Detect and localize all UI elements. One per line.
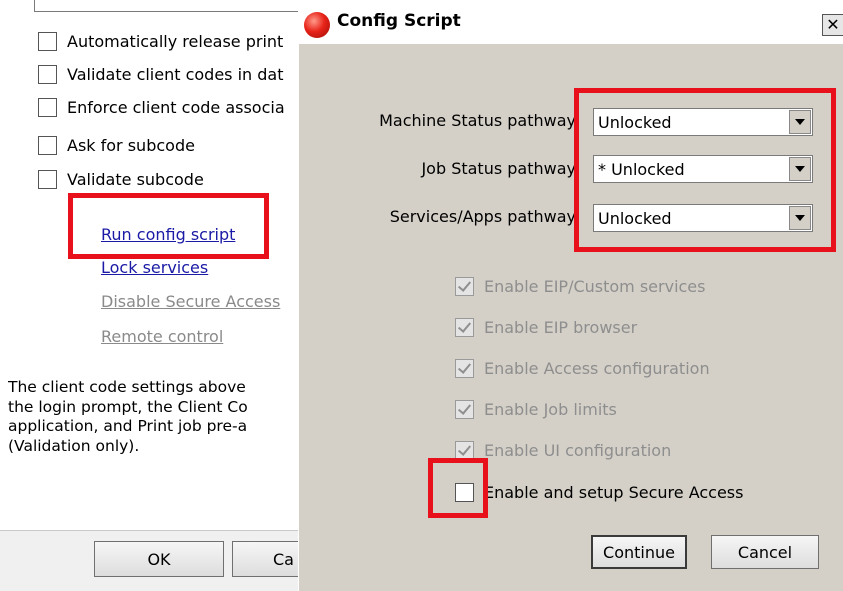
eip-custom-services-row: Enable EIP/Custom services: [455, 275, 705, 297]
app-red-ball-icon: [304, 12, 330, 38]
job-status-label: Job Status pathway: [421, 159, 576, 178]
machine-status-label: Machine Status pathway: [379, 111, 576, 130]
info-line: application, and Print job pre-a: [8, 417, 248, 435]
access-configuration-checkbox: [455, 358, 474, 378]
access-configuration-label: Enable Access configuration: [484, 358, 710, 378]
validate-client-codes-checkbox[interactable]: [38, 64, 57, 84]
auto-release-checkbox[interactable]: [38, 31, 57, 51]
validate-subcode-row[interactable]: Validate subcode: [38, 168, 204, 190]
validate-subcode-label: Validate subcode: [67, 169, 204, 189]
enforce-client-code-row[interactable]: Enforce client code associa: [38, 96, 285, 118]
secure-access-label: Enable and setup Secure Access: [484, 482, 744, 502]
ask-subcode-row[interactable]: Ask for subcode: [38, 134, 195, 156]
validate-client-codes-row[interactable]: Validate client codes in dat: [38, 63, 284, 85]
machine-status-select[interactable]: Unlocked: [593, 108, 813, 136]
partial-text-field[interactable]: [34, 0, 300, 12]
dialog-title: Config Script: [337, 11, 461, 31]
dialog-titlebar[interactable]: Config Script ✕: [299, 0, 843, 44]
ask-subcode-label: Ask for subcode: [67, 135, 195, 155]
config-script-dialog: Config Script ✕ Machine Status pathway U…: [298, 0, 843, 591]
job-limits-label: Enable Job limits: [484, 399, 617, 419]
dialog-cancel-button[interactable]: Cancel: [711, 535, 819, 569]
auto-release-label: Automatically release print: [67, 31, 284, 51]
ask-subcode-checkbox[interactable]: [38, 135, 57, 155]
close-icon[interactable]: ✕: [822, 14, 843, 36]
eip-custom-services-label: Enable EIP/Custom services: [484, 276, 706, 296]
job-status-select[interactable]: * Unlocked: [593, 155, 813, 183]
enforce-client-code-checkbox[interactable]: [38, 97, 57, 117]
access-configuration-row: Enable Access configuration: [455, 357, 710, 379]
services-apps-label: Services/Apps pathway: [389, 207, 576, 226]
ui-configuration-label: Enable UI configuration: [484, 440, 672, 460]
machine-status-value: Unlocked: [598, 112, 672, 132]
secure-access-row[interactable]: Enable and setup Secure Access: [455, 481, 743, 503]
chevron-down-icon[interactable]: [789, 110, 811, 134]
ui-configuration-checkbox: [455, 440, 474, 460]
eip-browser-row: Enable EIP browser: [455, 316, 637, 338]
services-apps-value: Unlocked: [598, 208, 672, 228]
button-bar: OK Ca: [0, 530, 312, 591]
ui-configuration-row: Enable UI configuration: [455, 439, 671, 461]
validate-client-codes-label: Validate client codes in dat: [67, 64, 284, 84]
background-settings-window: Automatically release print Validate cli…: [0, 0, 312, 591]
eip-browser-label: Enable EIP browser: [484, 317, 638, 337]
job-limits-checkbox: [455, 399, 474, 419]
info-line: (Validation only).: [8, 436, 140, 455]
disable-secure-access-link: Disable Secure Access: [101, 292, 281, 311]
remote-control-link: Remote control: [101, 327, 224, 346]
eip-custom-services-checkbox: [455, 276, 474, 296]
chevron-down-icon[interactable]: [789, 206, 811, 230]
eip-browser-checkbox: [455, 317, 474, 337]
services-apps-select[interactable]: Unlocked: [593, 204, 813, 232]
info-line: the login prompt, the Client Co: [8, 397, 248, 416]
enforce-client-code-label: Enforce client code associa: [67, 97, 285, 117]
info-line: The client code settings above: [8, 378, 246, 396]
job-limits-row: Enable Job limits: [455, 398, 617, 420]
secure-access-checkbox[interactable]: [455, 482, 474, 502]
lock-services-link[interactable]: Lock services: [101, 258, 208, 277]
auto-release-row[interactable]: Automatically release print: [38, 30, 283, 52]
validate-subcode-checkbox[interactable]: [38, 169, 57, 189]
ok-button[interactable]: OK: [94, 541, 224, 577]
continue-button[interactable]: Continue: [591, 535, 687, 569]
chevron-down-icon[interactable]: [789, 157, 811, 181]
client-code-info-text: The client code settings above the login…: [8, 378, 300, 456]
job-status-value: * Unlocked: [598, 159, 685, 179]
run-config-script-link[interactable]: Run config script: [101, 225, 235, 244]
